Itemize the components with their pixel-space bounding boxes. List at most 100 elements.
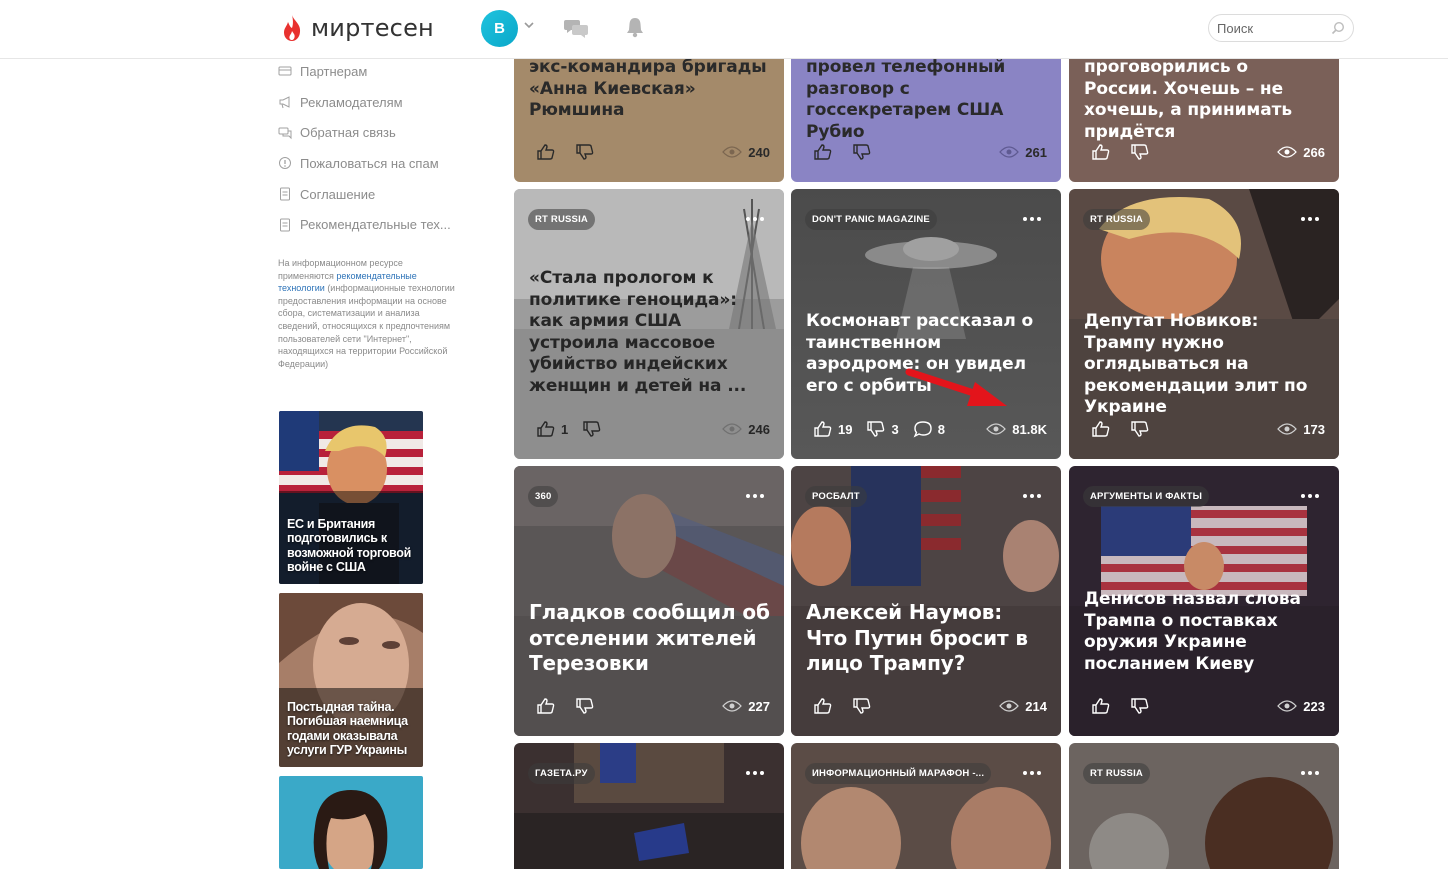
source-badge[interactable]: РОСБАЛТ	[805, 486, 867, 507]
news-card[interactable]: RT RUSSIA	[1069, 743, 1339, 869]
more-options-button[interactable]	[1023, 765, 1041, 781]
dislike-button[interactable]	[1130, 142, 1155, 162]
comments-button[interactable]: 8	[913, 419, 945, 439]
sidebar-link-label: Рекомендательные тех...	[300, 217, 451, 233]
dislike-button[interactable]	[575, 696, 600, 716]
dislike-button[interactable]	[852, 142, 877, 162]
sidebar-link-report-spam[interactable]: Пожаловаться на спам	[278, 148, 478, 179]
sidebar-link-advertisers[interactable]: Рекламодателям	[278, 87, 478, 118]
thumbs-up-icon	[814, 698, 832, 714]
like-button[interactable]	[1091, 696, 1116, 716]
card-icon	[278, 66, 292, 76]
comment-count: 8	[937, 421, 945, 437]
dislike-button[interactable]	[852, 696, 877, 716]
like-button[interactable]	[813, 142, 838, 162]
news-card[interactable]: RT RUSSIA «Стала прологом к политике ген…	[514, 189, 784, 459]
more-options-button[interactable]	[1301, 488, 1319, 504]
eye-icon	[1277, 146, 1298, 158]
card-title[interactable]: Алексей Наумов: Что Путин бросит в лицо …	[806, 600, 1049, 677]
card-footer: 173	[1091, 419, 1325, 439]
news-card[interactable]: RT RUSSIA Депутат Новиков: Трампу нужно …	[1069, 189, 1339, 459]
news-card[interactable]: АРГУМЕНТЫ И ФАКТЫ Денисов назвал слова Т…	[1069, 466, 1339, 736]
dislike-button[interactable]	[1130, 419, 1155, 439]
eye-icon	[1277, 700, 1298, 712]
source-badge[interactable]: RT RUSSIA	[1083, 209, 1150, 230]
sidebar-link-label: Обратная связь	[300, 125, 396, 141]
dislike-button[interactable]	[575, 142, 600, 162]
like-button[interactable]: 1	[536, 419, 568, 439]
more-options-button[interactable]	[1301, 211, 1319, 227]
view-count: 246	[722, 422, 770, 437]
view-count: 223	[1277, 699, 1325, 714]
sidebar-link-recommendation-tech[interactable]: Рекомендательные тех...	[278, 209, 478, 240]
source-badge[interactable]: 360	[528, 486, 559, 507]
sidebar-link-feedback[interactable]: Обратная связь	[278, 117, 478, 148]
more-options-button[interactable]	[746, 488, 764, 504]
like-button[interactable]	[536, 142, 561, 162]
like-button[interactable]	[536, 696, 561, 716]
sidebar-link-label: Рекламодателям	[300, 94, 403, 110]
more-options-button[interactable]	[746, 765, 764, 781]
flame-logo-icon	[284, 15, 301, 41]
news-card[interactable]: экс-командира бригады «Анна Киевская» Рю…	[514, 40, 784, 182]
search-input[interactable]	[1217, 19, 1327, 37]
more-options-button[interactable]	[1023, 488, 1041, 504]
source-badge[interactable]: ГАЗЕТА.РУ	[528, 763, 595, 784]
notifications-bell-icon[interactable]	[625, 16, 645, 38]
card-title[interactable]: «Стала прологом к политике геноцида»: ка…	[529, 268, 772, 398]
news-card[interactable]: ИНФОРМАЦИОННЫЙ МАРАФОН -...	[791, 743, 1061, 869]
news-card[interactable]: провел телефонный разговор с госсекретар…	[791, 40, 1061, 182]
news-card[interactable]: ГАЗЕТА.РУ	[514, 743, 784, 869]
promo-image	[279, 776, 423, 869]
like-count: 19	[838, 421, 853, 437]
site-logo[interactable]: миртесен	[281, 12, 434, 44]
card-footer: 240	[536, 142, 770, 162]
source-badge[interactable]: RT RUSSIA	[1083, 763, 1150, 784]
user-avatar[interactable]: В	[481, 10, 518, 47]
card-title[interactable]: провел телефонный разговор с госсекретар…	[806, 57, 1049, 143]
source-badge[interactable]: АРГУМЕНТЫ И ФАКТЫ	[1083, 486, 1210, 507]
like-button[interactable]	[1091, 419, 1116, 439]
more-options-button[interactable]	[746, 211, 764, 227]
dislike-button[interactable]	[582, 419, 607, 439]
chevron-down-icon[interactable]	[522, 18, 536, 32]
sidebar-link-label: Соглашение	[300, 186, 376, 202]
dislike-button[interactable]	[1130, 696, 1155, 716]
promo-card[interactable]: ЕС и Британия подготовились к возможной …	[279, 411, 423, 584]
like-button[interactable]	[813, 696, 838, 716]
source-badge[interactable]: DON'T PANIC MAGAZINE	[805, 209, 937, 230]
card-image	[791, 743, 1061, 869]
like-button[interactable]	[1091, 142, 1116, 162]
news-card[interactable]: DON'T PANIC MAGAZINE Космонавт рассказал…	[791, 189, 1061, 459]
document-icon	[280, 187, 290, 201]
source-badge[interactable]: ИНФОРМАЦИОННЫЙ МАРАФОН -...	[805, 763, 992, 784]
sidebar-link-partners[interactable]: Партнерам	[278, 56, 478, 87]
sidebar-link-agreement[interactable]: Соглашение	[278, 179, 478, 210]
card-title[interactable]: экс-командира бригады «Анна Киевская» Рю…	[529, 57, 772, 122]
card-title[interactable]: Денисов назвал слова Трампа о поставках …	[1084, 589, 1327, 675]
more-options-button[interactable]	[1023, 211, 1041, 227]
promo-title: ЕС и Британия подготовились к возможной …	[287, 516, 411, 575]
source-badge[interactable]: RT RUSSIA	[528, 209, 595, 230]
thumbs-up-icon	[1092, 144, 1110, 160]
top-header: миртесен В	[0, 0, 1448, 59]
view-count: 261	[999, 145, 1047, 160]
news-card[interactable]: 360 Гладков сообщил об отселении жителей…	[514, 466, 784, 736]
messages-icon[interactable]	[563, 16, 589, 40]
search-icon[interactable]	[1331, 21, 1345, 35]
thumbs-down-icon	[583, 421, 601, 437]
thumbs-up-icon	[537, 144, 555, 160]
eye-icon	[999, 146, 1020, 158]
megaphone-icon	[279, 96, 290, 109]
card-title[interactable]: Гладков сообщил об отселении жителей Тер…	[529, 600, 772, 677]
more-options-button[interactable]	[1301, 765, 1319, 781]
promo-card[interactable]	[279, 776, 423, 869]
news-card[interactable]: РОСБАЛТ Алексей Наумов: Что Путин бросит…	[791, 466, 1061, 736]
card-footer: 223	[1091, 696, 1325, 716]
card-title[interactable]: Депутат Новиков: Трампу нужно оглядывать…	[1084, 311, 1327, 419]
like-button[interactable]: 19	[813, 419, 852, 439]
card-title[interactable]: проговорились о России. Хочешь – не хоче…	[1084, 57, 1327, 143]
news-card[interactable]: проговорились о России. Хочешь – не хоче…	[1069, 40, 1339, 182]
dislike-button[interactable]: 3	[866, 419, 899, 439]
promo-card[interactable]: Постыдная тайна. Погибшая наемница годам…	[279, 593, 423, 767]
